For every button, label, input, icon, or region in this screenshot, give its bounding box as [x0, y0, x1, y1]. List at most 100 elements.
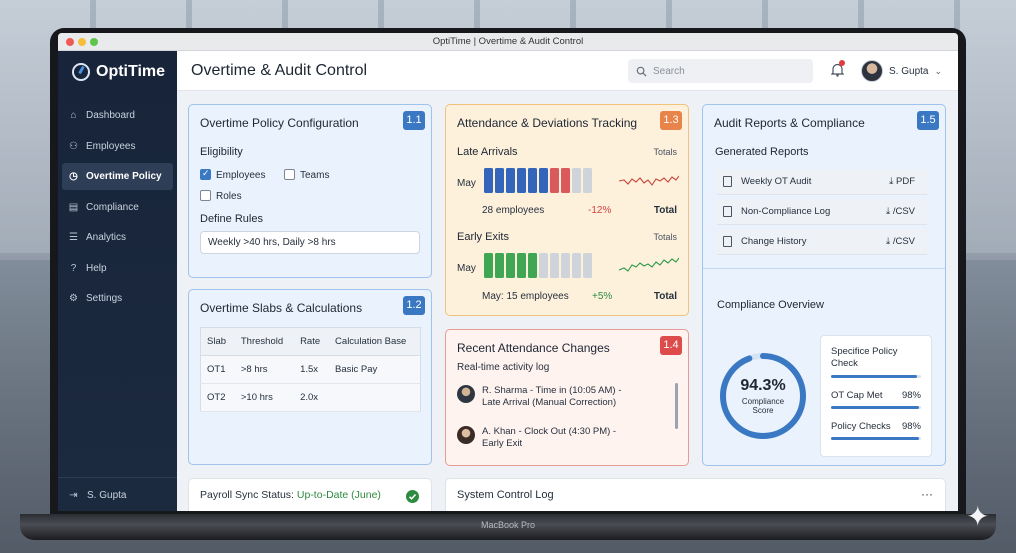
gear-icon: ⚙ — [69, 293, 78, 304]
sidebar-item-help[interactable]: ? Help — [62, 255, 173, 282]
late-arrivals-label: Late Arrivals — [457, 146, 518, 158]
report-name: Non-Compliance Log — [741, 206, 831, 217]
early-month-label: May — [457, 263, 476, 274]
section-badge: 1.5 — [917, 111, 939, 130]
column-header: Slab — [200, 327, 235, 356]
sidebar-item-compliance[interactable]: ▤ Compliance — [62, 194, 173, 221]
download-link[interactable]: ⤓ PDF — [889, 176, 915, 187]
slabs-table: Slab Threshold Rate Calculation Base OT1… — [200, 327, 421, 412]
bar-segment — [484, 253, 493, 278]
search-input[interactable]: Search — [628, 59, 813, 83]
bar-segment — [528, 168, 537, 193]
table-cell: >8 hrs — [234, 355, 295, 384]
activity-log-subtitle: Real-time activity log — [457, 362, 550, 373]
compliance-metrics: Specifice Policy Check OT Cap Met 98% Po… — [820, 335, 932, 457]
document-icon — [723, 236, 732, 247]
download-link[interactable]: ⤓ /CSV — [886, 236, 915, 247]
report-row[interactable]: Non-Compliance Log ⤓ /CSV — [717, 199, 927, 225]
users-icon: ⚇ — [69, 140, 78, 152]
activity-line: A. Khan - Clock Out (4:30 PM) - — [482, 426, 617, 437]
sidebar-item-label: Analytics — [86, 232, 127, 243]
card-title: Attendance & Deviations Tracking — [457, 116, 638, 130]
audit-reports-card: Audit Reports & Compliance 1.5 Generated… — [702, 104, 946, 466]
compliance-score-value: 94.3% — [740, 377, 786, 394]
table-cell: Basic Pay — [329, 355, 421, 384]
bar-segment — [550, 168, 559, 193]
donut-chart — [720, 353, 806, 439]
sidebar-item-overtime-policy[interactable]: ◷ Overtime Policy — [62, 163, 173, 190]
document-icon — [723, 176, 732, 187]
sidebar-item-analytics[interactable]: ☰ Analytics — [62, 224, 173, 251]
sidebar-item-employees[interactable]: ⚇ Employees — [62, 133, 173, 160]
activity-scrollbar[interactable] — [675, 383, 678, 429]
report-row[interactable]: Change History ⤓ /CSV — [717, 229, 927, 255]
sidebar-user[interactable]: ⇥ S. Gupta — [58, 477, 177, 501]
table-cell — [329, 383, 421, 412]
eligibility-roles[interactable]: Roles — [200, 190, 242, 202]
bar-segment — [506, 168, 515, 193]
bar-segment — [517, 253, 526, 278]
table-cell: OT1 — [200, 355, 235, 384]
activity-line: R. Sharma - Time in (10:05 AM) - — [482, 385, 622, 396]
list-item[interactable]: R. Sharma - Time in (10:05 AM) - Late Ar… — [457, 385, 679, 409]
bar-segment — [550, 253, 559, 278]
attendance-tracking-card: Attendance & Deviations Tracking 1.3 Lat… — [445, 104, 689, 316]
early-trend-sparkline — [619, 257, 679, 272]
early-totals-label: Totals — [653, 232, 677, 242]
early-exits-label: Early Exits — [457, 231, 509, 243]
payroll-sync-status: Payroll Sync Status: Up-to-Date (June) — [200, 489, 381, 501]
avatar — [861, 60, 883, 82]
sidebar-item-settings[interactable]: ⚙ Settings — [62, 285, 173, 312]
minimize-window-button[interactable] — [78, 38, 86, 46]
bar-segment — [495, 168, 504, 193]
policy-config-card: Overtime Policy Configuration 1.1 Eligib… — [188, 104, 432, 278]
activity-line: Late Arrival (Manual Correction) — [482, 397, 617, 408]
download-icon: ⤓ — [889, 176, 894, 187]
payroll-sync-card: Payroll Sync Status: Up-to-Date (June) — [188, 478, 432, 511]
close-window-button[interactable] — [66, 38, 74, 46]
report-row[interactable]: Weekly OT Audit ⤓ PDF — [717, 169, 927, 195]
list-item[interactable]: A. Khan - Clock Out (4:30 PM) - Early Ex… — [457, 426, 679, 450]
metric-value: 98% — [901, 421, 921, 432]
maximize-window-button[interactable] — [90, 38, 98, 46]
more-options-icon[interactable]: ··· — [921, 487, 933, 501]
compliance-overview-title: Compliance Overview — [717, 299, 824, 311]
report-format: /CSV — [892, 236, 915, 247]
checkbox-label: Employees — [216, 170, 266, 181]
bar-segment — [572, 253, 581, 278]
main-content: Overtime & Audit Control Search S. Gupta… — [177, 51, 958, 511]
user-menu[interactable]: S. Gupta ⌄ — [861, 60, 942, 82]
eligibility-teams[interactable]: Teams — [284, 169, 329, 181]
compliance-score-label: Compliance Score — [741, 397, 785, 415]
sidebar-item-dashboard[interactable]: ⌂ Dashboard — [62, 102, 173, 129]
table-row[interactable]: OT2 >10 hrs 2.0x — [200, 383, 421, 412]
sidebar-item-label: Settings — [86, 293, 123, 304]
eligibility-label: Eligibility — [200, 146, 243, 158]
checkbox-label: Teams — [300, 170, 330, 181]
laptop-base: MacBook Pro — [20, 514, 996, 540]
clock-icon: ◷ — [69, 171, 78, 182]
download-link[interactable]: ⤓ /CSV — [886, 206, 915, 217]
early-total-label: Total — [653, 291, 677, 302]
brand-logo[interactable]: OptiTime — [58, 51, 177, 93]
page-title: Overtime & Audit Control — [191, 61, 368, 79]
late-count: 28 employees — [482, 205, 545, 216]
compliance-score-donut: 94.3% Compliance Score — [717, 350, 809, 442]
checkbox-icon[interactable] — [200, 190, 211, 201]
sidebar-item-label: Help — [86, 262, 107, 274]
overtime-slabs-card: Overtime Slabs & Calculations 1.2 Slab T… — [188, 289, 432, 465]
search-placeholder: Search — [653, 65, 685, 77]
checkbox-checked-icon[interactable] — [200, 168, 211, 180]
avatar — [457, 426, 475, 444]
late-totals-label: Totals — [653, 147, 677, 157]
rules-input[interactable]: Weekly >40 hrs, Daily >8 hrs — [200, 231, 420, 254]
checkbox-icon[interactable] — [284, 169, 295, 180]
user-name: S. Gupta — [889, 65, 929, 77]
bar-segment — [495, 253, 504, 278]
late-month-label: May — [457, 178, 476, 189]
table-row[interactable]: OT1 >8 hrs 1.5x Basic Pay — [200, 355, 421, 384]
section-divider — [703, 268, 945, 269]
section-badge: 1.3 — [660, 111, 682, 130]
section-badge: 1.2 — [403, 296, 425, 315]
eligibility-employees[interactable]: Employees — [200, 168, 266, 181]
